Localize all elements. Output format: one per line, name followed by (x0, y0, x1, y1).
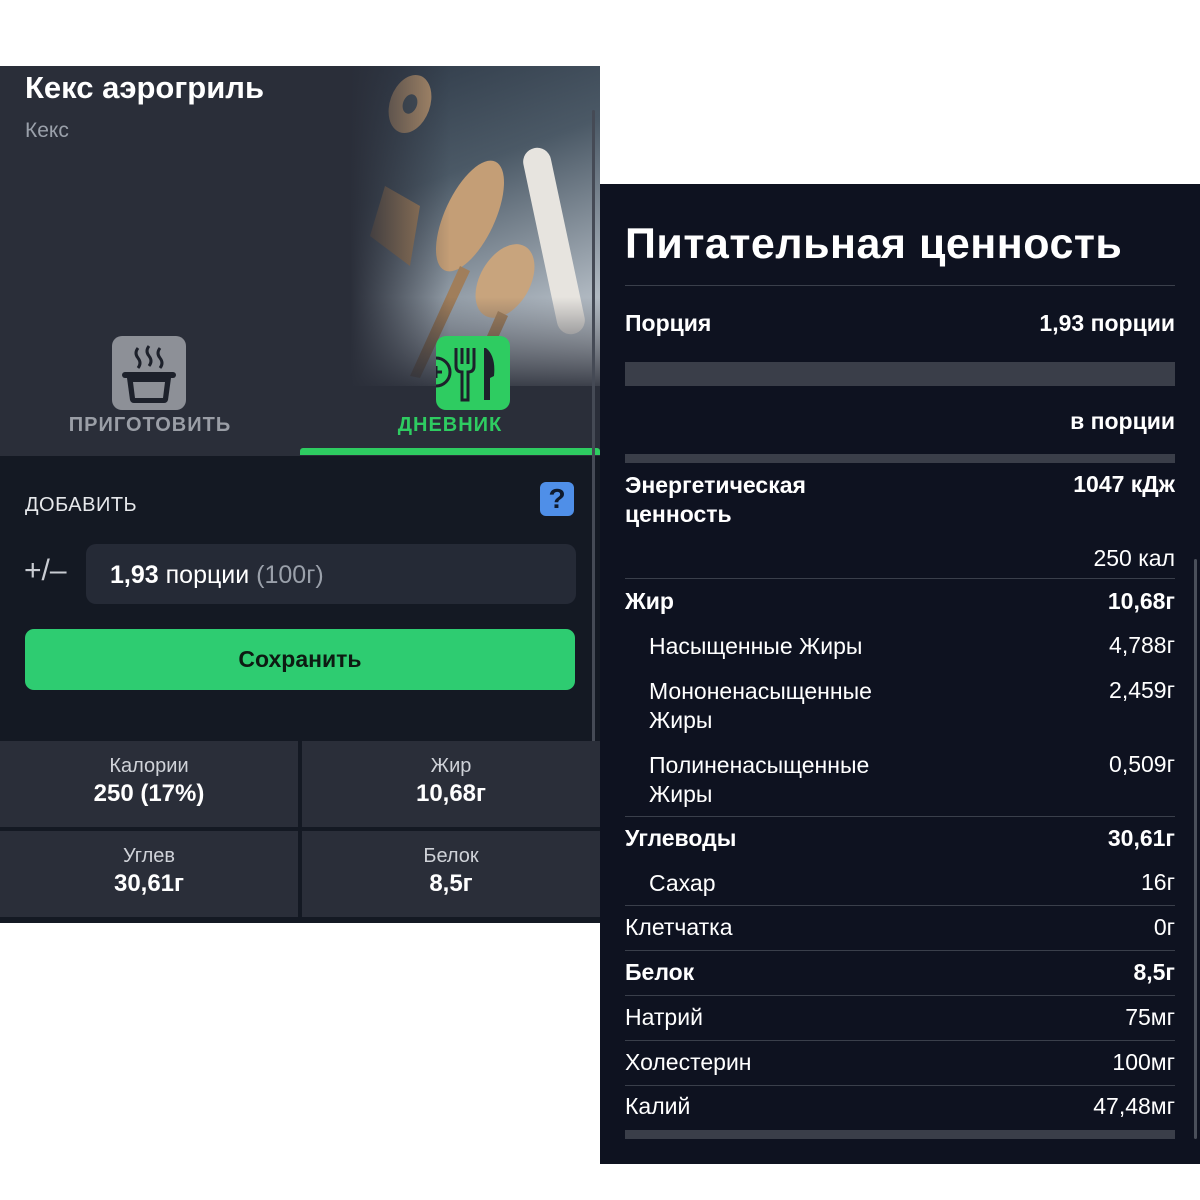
per-portion-header: в порции (1070, 408, 1175, 434)
nutrient-value: 2,459г (1109, 677, 1175, 703)
divider (625, 905, 1175, 906)
nutrient-label: Углеводы (625, 825, 737, 851)
thick-divider (625, 454, 1175, 463)
divider (625, 816, 1175, 817)
energy-kcal: 250 кал (1093, 545, 1175, 571)
divider (625, 1040, 1175, 1041)
macro-value: 10,68г (415, 780, 487, 807)
nutrient-value: 0,509г (1109, 751, 1175, 777)
nutrient-label: Мононенасыщенные Жиры (649, 677, 872, 735)
nutrient-label-line1: Полиненасыщенные (649, 752, 870, 778)
energy-label-line1: Энергетическая (625, 472, 806, 498)
tab-diary-label: ДНЕВНИК (397, 414, 503, 436)
tab-diary[interactable]: ДНЕВНИК (300, 334, 600, 456)
macro-name: Жир (430, 755, 472, 777)
portion-label: Порция (625, 310, 712, 336)
energy-label-line2: ценность (625, 501, 732, 527)
active-tab-indicator (300, 448, 600, 455)
add-to-diary-icon (420, 336, 510, 410)
nutrition-title: Питательная ценность (625, 220, 1123, 268)
scrollbar[interactable] (592, 110, 595, 750)
thick-divider (625, 362, 1175, 386)
add-section: ДОБАВИТЬ ? +/– 1,93 порции (100г) Сохран… (0, 456, 600, 741)
energy-kj: 1047 кДж (1073, 471, 1175, 497)
nutrient-label: Насыщенные Жиры (649, 633, 863, 659)
nutrient-label: Полиненасыщенные Жиры (649, 751, 869, 809)
portion-unit: порции (165, 561, 250, 589)
macro-carbs: Углев 30,61г (0, 831, 298, 917)
portion-grams: (100г) (256, 561, 324, 589)
tab-cook-label: ПРИГОТОВИТЬ (68, 414, 232, 436)
tab-cook[interactable]: ПРИГОТОВИТЬ (0, 334, 300, 456)
macro-name: Белок (423, 845, 479, 867)
help-icon[interactable]: ? (540, 482, 574, 516)
nutrient-label: Натрий (625, 1004, 703, 1030)
nutrient-value: 75мг (1125, 1004, 1175, 1030)
nutrient-label-line1: Мононенасыщенные (649, 678, 872, 704)
divider (625, 285, 1175, 286)
nutrient-value: 47,48мг (1093, 1093, 1175, 1119)
cooking-pot-icon (112, 336, 186, 410)
divider (625, 950, 1175, 951)
nutrient-value: 16г (1141, 869, 1175, 895)
nutrient-value: 10,68г (1107, 588, 1175, 614)
nutrient-label: Белок (625, 959, 695, 985)
divider (625, 995, 1175, 996)
thick-divider (625, 1130, 1175, 1139)
recipe-title: Кекс аэрогриль (25, 70, 265, 105)
save-button[interactable]: Сохранить (25, 629, 575, 690)
macro-protein: Белок 8,5г (302, 831, 600, 917)
portion-input[interactable]: 1,93 порции (100г) (86, 544, 576, 604)
scrollbar[interactable] (1194, 559, 1197, 1139)
macro-value: 8,5г (429, 870, 473, 897)
nutrient-label: Калий (625, 1093, 691, 1119)
energy-label: Энергетическая ценность (625, 471, 806, 529)
portion-input-text: 1,93 порции (100г) (110, 561, 324, 590)
macro-summary: Калории 250 (17%) Жир 10,68г Углев 30,61… (0, 741, 600, 923)
macro-calories: Калории 250 (17%) (0, 741, 298, 827)
plus-minus-toggle[interactable]: +/– (24, 554, 67, 588)
macro-name: Углев (122, 845, 176, 867)
divider (625, 578, 1175, 579)
portion-value: 1,93 порции (1039, 310, 1175, 336)
nutrient-value: 4,788г (1109, 632, 1175, 658)
nutrient-label: Клетчатка (625, 914, 733, 940)
nutrient-value: 0г (1153, 914, 1175, 940)
nutrient-label: Жир (625, 588, 674, 614)
macro-name: Калории (109, 755, 189, 777)
macro-value: 30,61г (113, 870, 185, 897)
nutrient-label-line2: Жиры (649, 707, 713, 733)
nutrient-value: 100мг (1112, 1049, 1175, 1075)
recipe-panel: Кекс аэрогриль Кекс ПРИГОТОВИТЬ ДНЕВНИК … (0, 66, 600, 923)
nutrient-label: Холестерин (625, 1049, 752, 1075)
macro-fat: Жир 10,68г (302, 741, 600, 827)
recipe-subtitle: Кекс (25, 119, 69, 142)
divider (625, 1085, 1175, 1086)
portion-number: 1,93 (110, 561, 159, 589)
add-label: ДОБАВИТЬ (25, 494, 138, 516)
nutrient-label: Сахар (649, 870, 716, 896)
nutrient-value: 30,61г (1107, 825, 1175, 851)
nutrition-panel: Питательная ценность Порция 1,93 порции … (600, 184, 1200, 1164)
nutrient-value: 8,5г (1133, 959, 1175, 985)
nutrient-label-line2: Жиры (649, 781, 713, 807)
macro-value: 250 (17%) (93, 780, 205, 807)
recipe-header: Кекс аэрогриль Кекс ПРИГОТОВИТЬ ДНЕВНИК (0, 66, 600, 456)
